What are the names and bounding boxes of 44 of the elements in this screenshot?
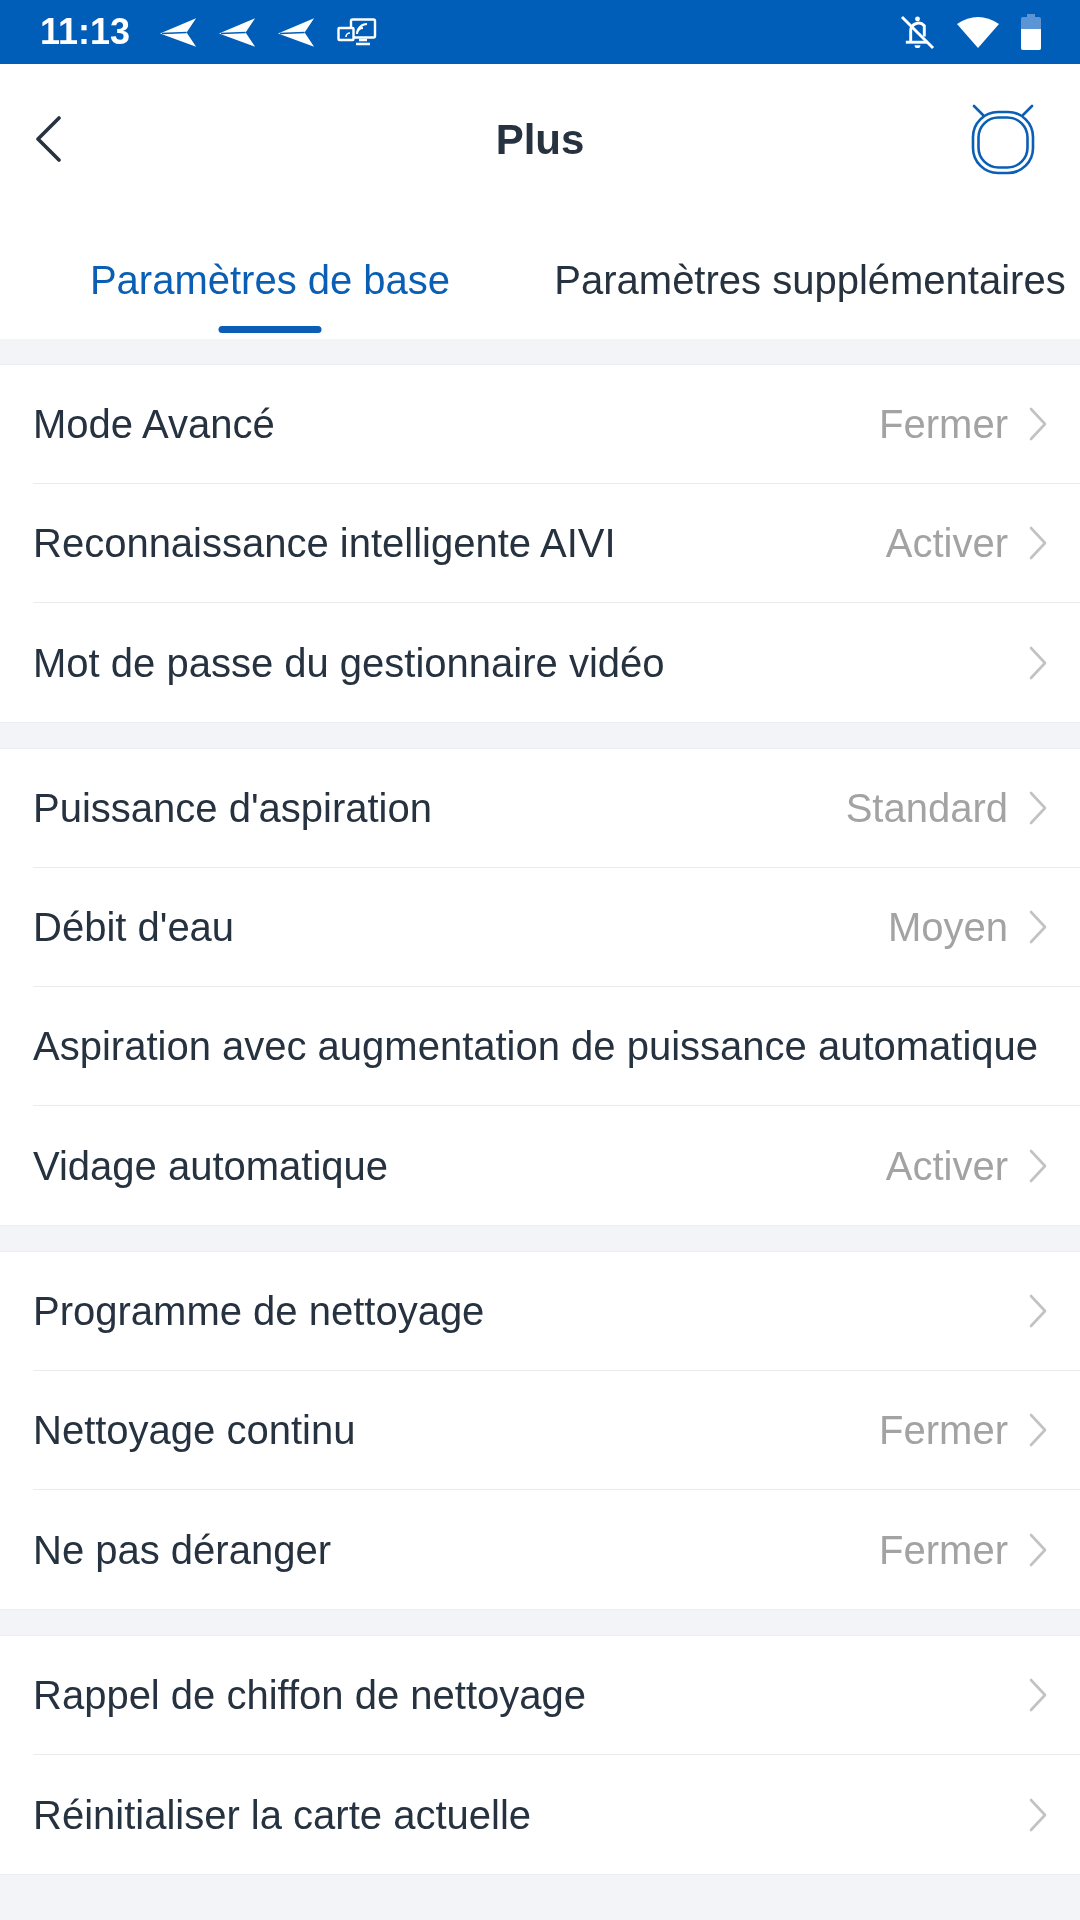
settings-row[interactable]: Nettoyage continu Fermer <box>0 1371 1080 1490</box>
setting-value: Fermer <box>879 1526 1008 1574</box>
robot-icon[interactable] <box>969 103 1037 175</box>
status-time: 11:13 <box>40 14 131 50</box>
setting-label: Réinitialiser la carte actuelle <box>33 1791 531 1839</box>
setting-value: Fermer <box>879 1407 1008 1454</box>
settings-row[interactable]: Mot de passe du gestionnaire vidéo <box>0 603 1080 722</box>
setting-label: Ne pas déranger <box>33 1526 331 1574</box>
settings-row[interactable]: Vidage automatique Activer <box>0 1106 1080 1225</box>
settings-row[interactable]: Puissance d'aspiration Standard <box>0 749 1080 868</box>
screens-icon <box>337 18 378 46</box>
settings-row[interactable]: Rappel de chiffon de nettoyage <box>0 1636 1080 1755</box>
setting-label: Débit d'eau <box>33 904 235 951</box>
setting-label: Vidage automatique <box>33 1142 389 1190</box>
page-title: Plus <box>495 114 585 165</box>
settings-row[interactable]: Mode Avancé Fermer <box>0 365 1080 484</box>
wifi-icon <box>957 16 999 48</box>
settings-row[interactable]: Débit d'eau Moyen <box>0 868 1080 987</box>
settings-row[interactable]: Ne pas déranger Fermer <box>0 1490 1080 1609</box>
setting-label: Reconnaissance intelligente AIVI <box>33 520 616 567</box>
paper-plane-icon <box>160 16 199 48</box>
setting-value: Standard <box>845 785 1008 832</box>
paper-plane-icon <box>219 16 258 48</box>
bell-off-icon <box>900 14 935 50</box>
tab[interactable]: Paramètres de base <box>0 214 540 339</box>
setting-label: Programme de nettoyage <box>33 1288 485 1335</box>
setting-label: Nettoyage continu <box>33 1407 356 1454</box>
back-icon[interactable] <box>34 116 62 162</box>
setting-label: Mode Avancé <box>33 401 275 448</box>
tab[interactable]: Paramètres supplémentaires <box>540 214 1080 339</box>
battery-icon <box>1021 14 1041 50</box>
paper-plane-icon <box>278 16 317 48</box>
setting-label: Mot de passe du gestionnaire vidéo <box>33 639 665 687</box>
setting-value: Fermer <box>879 401 1008 448</box>
setting-label: Rappel de chiffon de nettoyage <box>33 1672 587 1719</box>
setting-value: Moyen <box>887 904 1008 951</box>
settings-row[interactable]: Aspiration avec augmentation de puissance automatique <box>0 987 1080 1106</box>
settings-row[interactable]: Programme de nettoyage <box>0 1252 1080 1371</box>
settings-row[interactable]: Reconnaissance intelligente AIVI Activer <box>0 484 1080 603</box>
setting-value: Activer <box>885 1142 1008 1190</box>
setting-value: Activer <box>885 520 1008 567</box>
settings-row[interactable]: Réinitialiser la carte actuelle <box>0 1755 1080 1874</box>
setting-label: Aspiration avec augmentation de puissance automatique <box>33 1023 1039 1070</box>
setting-label: Puissance d'aspiration <box>33 785 432 832</box>
